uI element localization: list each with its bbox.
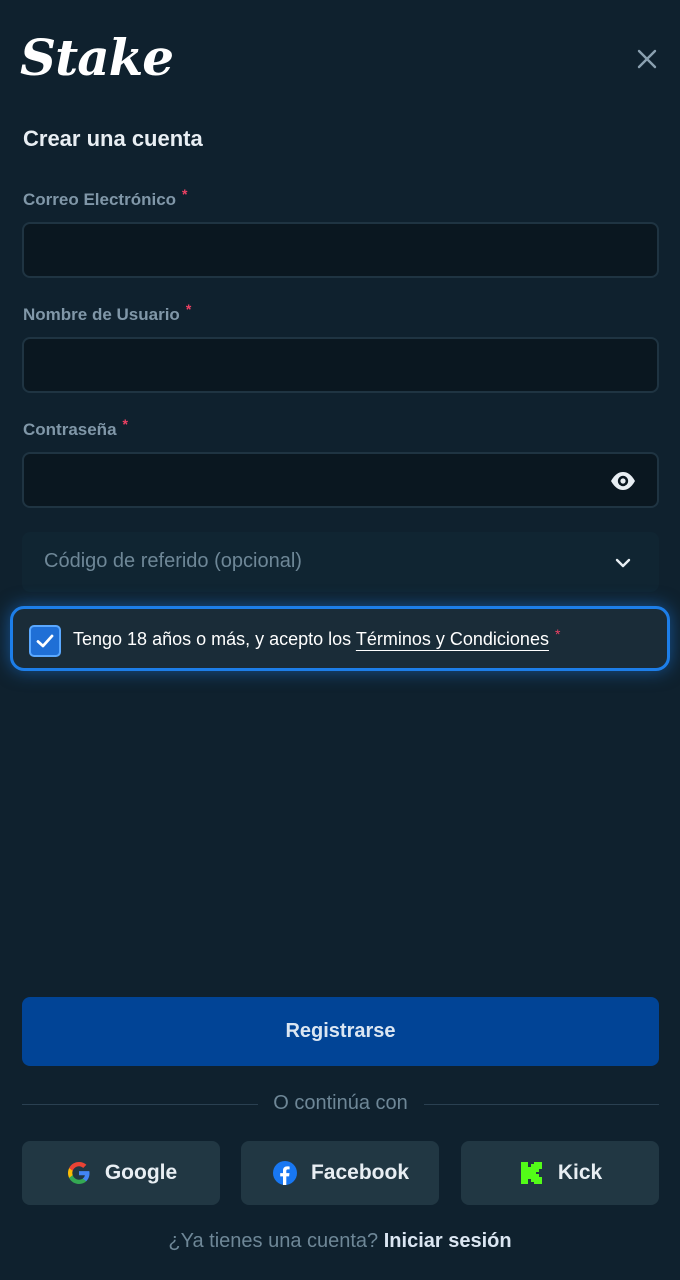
email-label: Correo Electrónico * — [23, 186, 188, 210]
password-label-text: Contraseña — [23, 420, 117, 439]
signin-link[interactable]: Iniciar sesión — [384, 1230, 512, 1252]
username-label-text: Nombre de Usuario — [23, 305, 180, 324]
stake-logo: Stake — [20, 28, 174, 87]
close-icon — [637, 49, 657, 69]
signin-prompt: ¿Ya tienes una cuenta? Iniciar sesión — [0, 1230, 680, 1253]
kick-label: Kick — [557, 1161, 603, 1184]
password-label: Contraseña * — [23, 416, 128, 440]
page-title: Crear una cuenta — [23, 126, 203, 151]
google-icon — [67, 1162, 90, 1184]
signin-question: ¿Ya tienes una cuenta? — [168, 1230, 379, 1252]
facebook-login-button[interactable]: Facebook — [241, 1141, 439, 1205]
google-login-button[interactable]: Google — [22, 1141, 220, 1205]
required-mark: * — [185, 301, 192, 317]
facebook-label: Facebook — [310, 1161, 410, 1184]
show-password-toggle[interactable] — [608, 466, 638, 496]
kick-login-button[interactable]: Kick — [461, 1141, 659, 1205]
referral-code-dropdown[interactable]: Código de referido (opcional) — [22, 532, 659, 592]
required-mark: * — [182, 186, 188, 202]
email-label-text: Correo Electrónico — [23, 190, 177, 209]
google-label: Google — [104, 1161, 178, 1184]
terms-link[interactable]: Términos y Condiciones — [356, 629, 549, 649]
referral-code-label: Código de referido (opcional) — [44, 550, 302, 572]
facebook-icon — [272, 1161, 297, 1185]
chevron-down-icon — [615, 558, 631, 568]
checkmark-icon — [36, 634, 54, 648]
divider-line — [424, 1104, 659, 1105]
close-button[interactable] — [630, 42, 664, 76]
register-button[interactable]: Registrarse — [22, 997, 659, 1066]
kick-icon — [520, 1162, 542, 1184]
required-mark: * — [554, 626, 561, 642]
terms-text: Tengo 18 años o más, y acepto los Términ… — [73, 626, 561, 650]
eye-icon — [611, 472, 635, 490]
terms-statement: Tengo 18 años o más, y acepto los — [73, 629, 352, 649]
social-divider: O continúa con — [22, 1092, 659, 1116]
password-field[interactable] — [22, 452, 659, 508]
username-field[interactable] — [22, 337, 659, 393]
username-label: Nombre de Usuario * — [23, 301, 191, 325]
terms-consent: Tengo 18 años o más, y acepto los Términ… — [10, 606, 670, 671]
email-field[interactable] — [22, 222, 659, 278]
terms-checkbox[interactable] — [29, 625, 61, 657]
required-mark: * — [122, 416, 128, 432]
